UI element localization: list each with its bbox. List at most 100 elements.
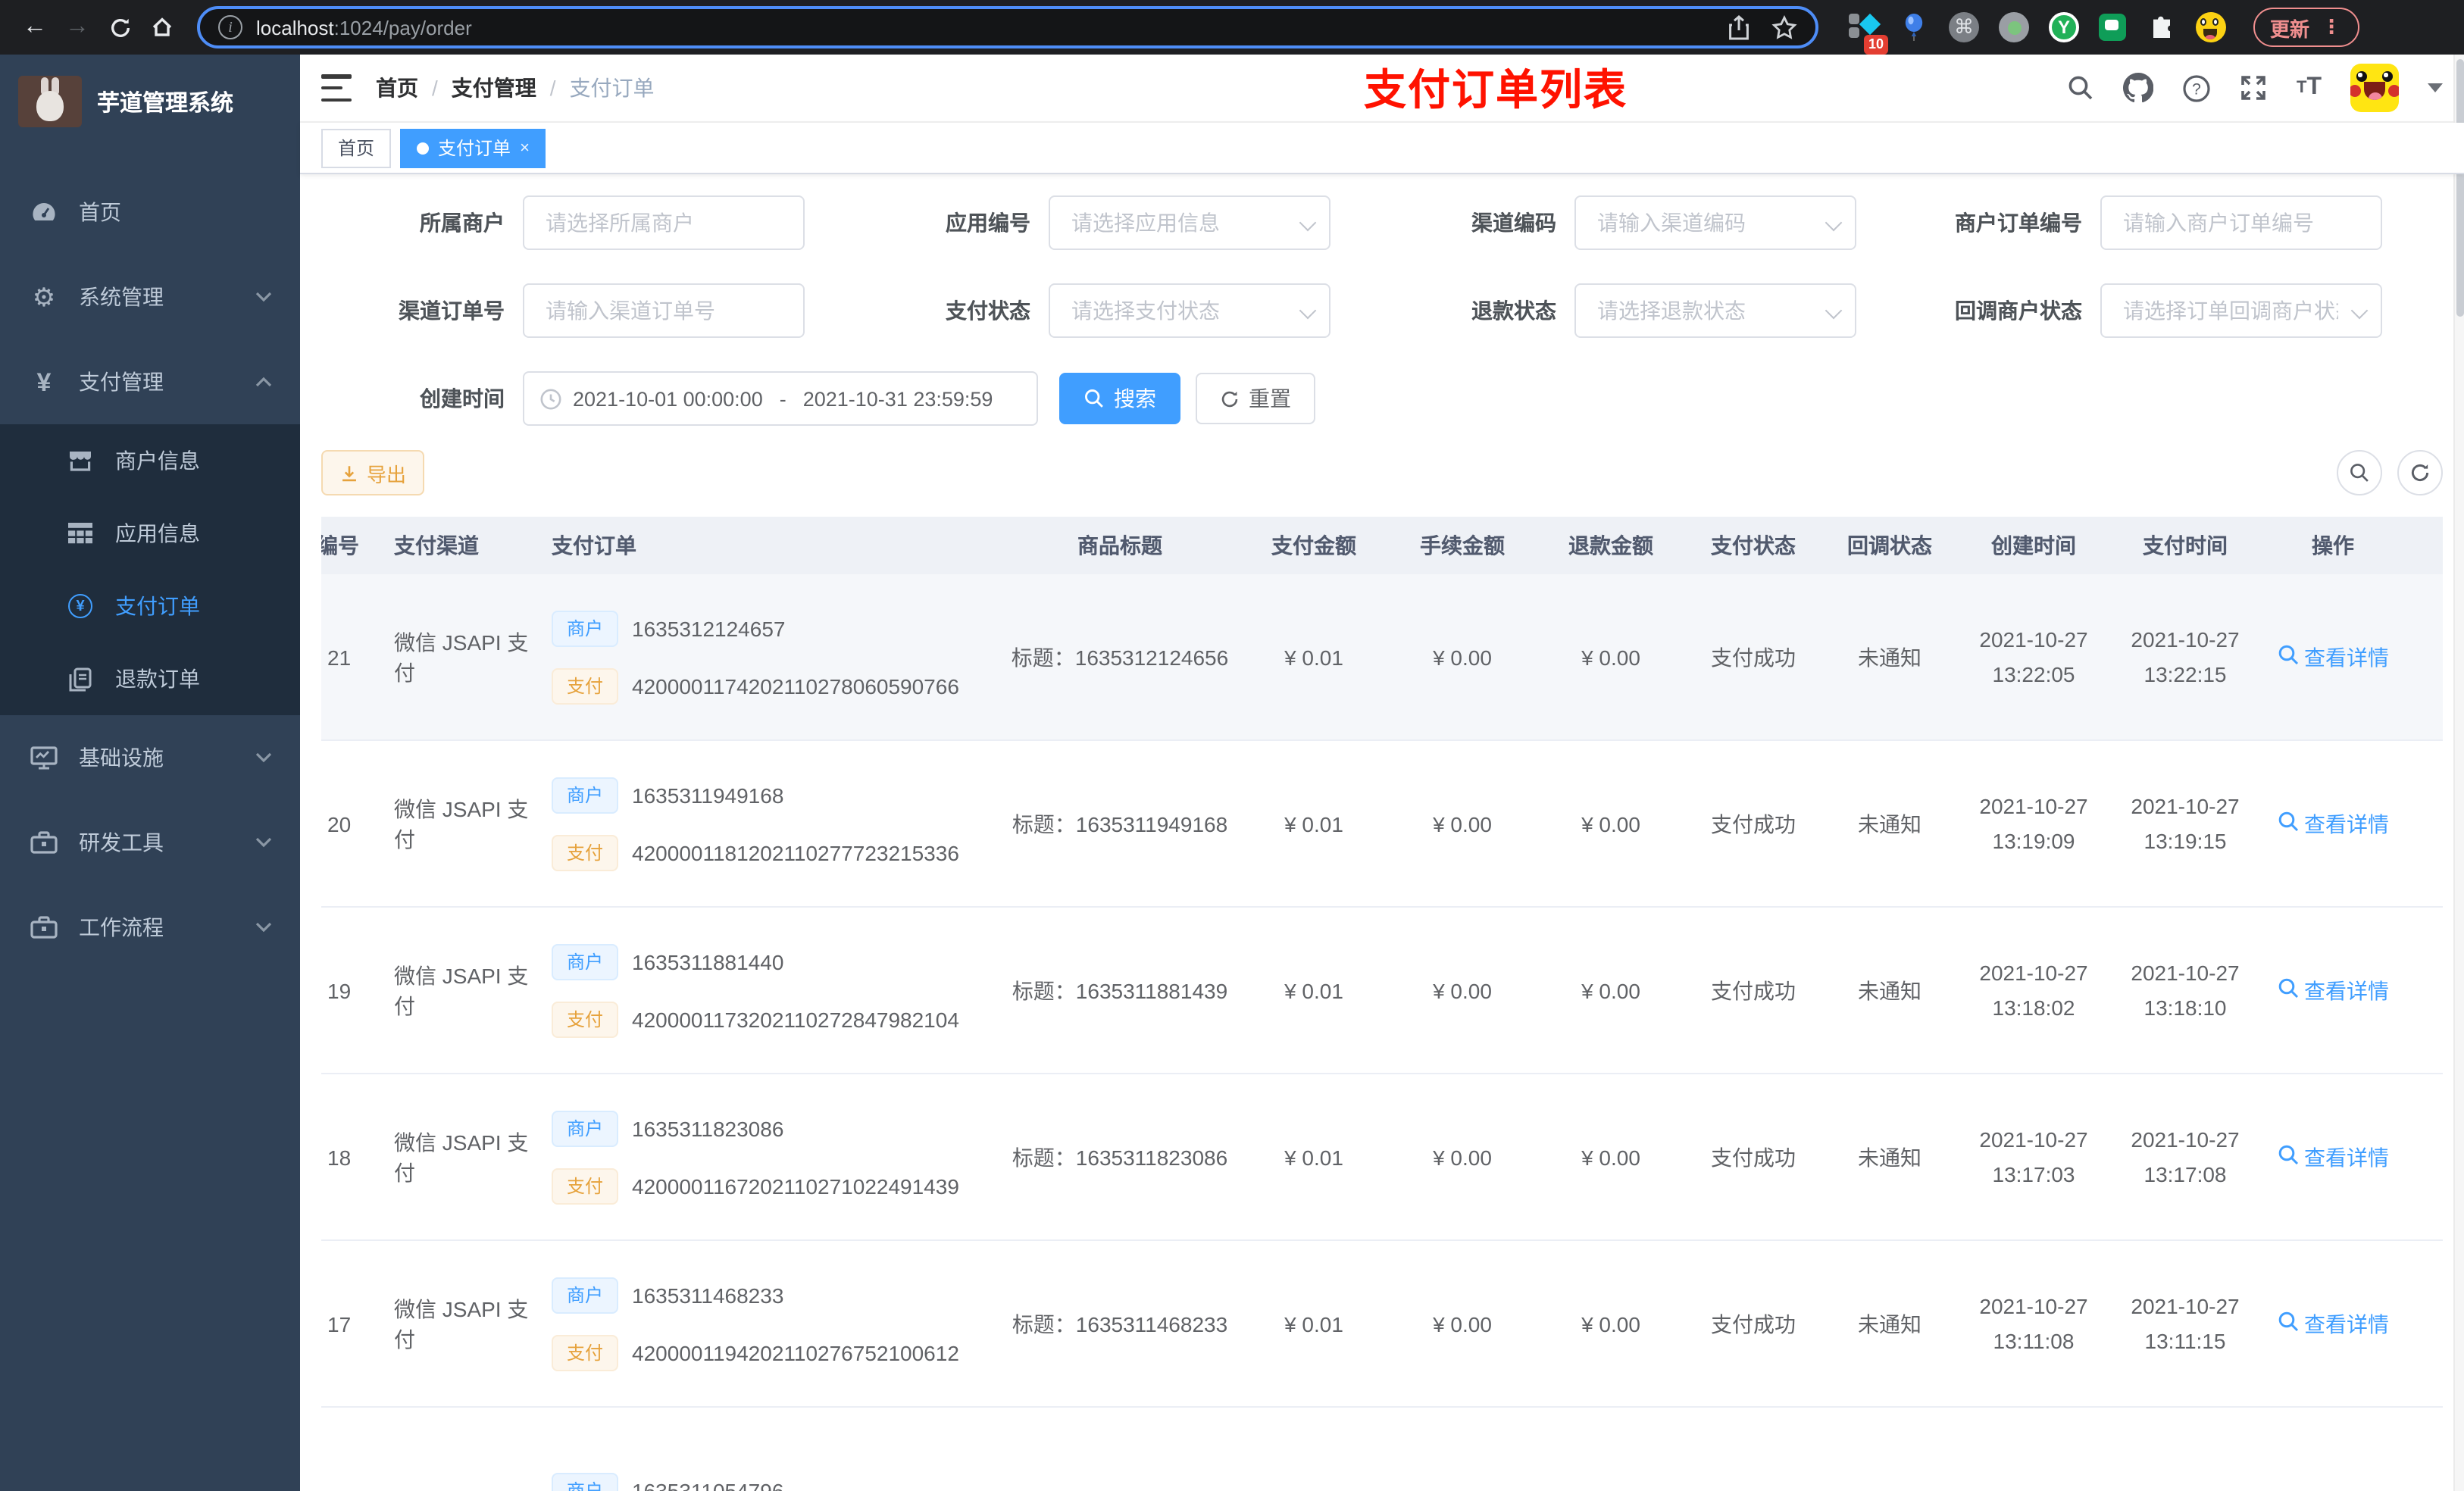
cell-create-time: 2021-10-27 13:11:08 (1958, 1241, 2109, 1406)
reset-button[interactable]: 重置 (1196, 373, 1315, 424)
browser-update-button[interactable]: 更新 ⋮ (2253, 8, 2360, 47)
fullscreen-icon[interactable] (2240, 74, 2268, 102)
select-应用编号[interactable]: 请选择应用信息 (1049, 195, 1330, 250)
puzzle-extensions-icon[interactable] (2146, 12, 2176, 42)
tab-close-icon[interactable]: × (520, 139, 530, 157)
browser-home-icon[interactable] (142, 8, 182, 47)
order-no-line: 支付 4200001174202110278060590766 (552, 667, 959, 704)
cell-pay-channel: 微信 JSAPI 支付 (394, 1296, 529, 1351)
sidebar-item-label: 研发工具 (79, 830, 164, 855)
export-button[interactable]: 导出 (321, 450, 425, 495)
datetime-part: 2021-10-27 (2131, 1293, 2240, 1318)
column-header-编号: 编号 (321, 533, 359, 558)
balloon-extension-icon[interactable] (1899, 12, 1929, 42)
sidebar-item-退款订单[interactable]: 退款订单 (0, 642, 300, 715)
browser-reload-icon[interactable] (100, 8, 139, 47)
column-header-支付状态: 支付状态 (1711, 533, 1796, 558)
view-detail-link[interactable]: 查看详情 (2277, 642, 2389, 672)
bookmark-star-icon[interactable] (1771, 14, 1797, 40)
cell-notify-status: 未通知 (1858, 1145, 1921, 1169)
cell-refund-amount: ¥ 0.00 (1581, 1311, 1640, 1336)
recorder-extension-icon[interactable] (1999, 12, 2029, 42)
browser-forward-icon[interactable]: → (58, 8, 97, 47)
view-detail-link[interactable]: 查看详情 (2277, 1142, 2389, 1172)
browser-menu-icon[interactable]: ⋮ (2322, 15, 2343, 39)
show-search-toggle-button[interactable] (2337, 450, 2382, 495)
view-detail-link[interactable]: 查看详情 (2277, 1308, 2389, 1339)
input-渠道订单号[interactable]: 请输入渠道订单号 (523, 283, 805, 338)
search-icon[interactable] (2068, 74, 2095, 102)
order-no-line: 商户 1635312124657 (552, 610, 786, 646)
tag-view-tab-支付订单[interactable]: 支付订单 × (400, 128, 546, 167)
refresh-table-button[interactable] (2397, 450, 2443, 495)
select-回调商户状态[interactable]: 请选择订单回调商户状态 (2100, 283, 2382, 338)
sidebar-item-支付订单[interactable]: ¥ 支付订单 (0, 570, 300, 642)
order-number: 4200001173202110272847982104 (632, 1007, 959, 1031)
search-button[interactable]: 搜索 (1059, 373, 1180, 424)
sidebar-item-label: 系统管理 (79, 285, 164, 309)
input-商户订单编号[interactable]: 请输入商户订单编号 (2100, 195, 2382, 250)
order-number: 4200001167202110271022491439 (632, 1174, 959, 1198)
cell-pay-amount (1240, 1408, 1388, 1491)
site-info-icon[interactable]: i (218, 15, 242, 39)
filter-label: 渠道编码 (1471, 211, 1556, 235)
font-size-icon[interactable]: TT (2297, 74, 2322, 102)
select-渠道编码[interactable]: 请输入渠道编码 (1574, 195, 1856, 250)
user-menu-caret-icon[interactable] (2428, 83, 2443, 92)
user-avatar[interactable] (2350, 64, 2399, 112)
order-no-line: 商户 1635311881440 (552, 943, 783, 980)
merchant-tag: 商户 (552, 777, 619, 813)
sidebar-item-基础设施[interactable]: 基础设施 (0, 715, 300, 800)
cell-pay-status: 支付成功 (1711, 978, 1796, 1002)
order-number: 1635311468233 (632, 1283, 784, 1307)
breadcrumb-item-支付管理[interactable]: 支付管理 (452, 73, 536, 103)
column-header-操作: 操作 (2312, 533, 2354, 558)
scrollbar-thumb[interactable] (2456, 59, 2463, 317)
create-time-range-input[interactable]: 2021-10-01 00:00:00 - 2021-10-31 23:59:5… (523, 371, 1038, 426)
sidebar-item-首页[interactable]: 首页 (0, 170, 300, 255)
sidebar-item-工作流程[interactable]: 工作流程 (0, 885, 300, 970)
filter-row-2: 渠道订单号 请输入渠道订单号 支付状态 请选择支付状态 退款状态 请选择退款状态 回调商户状… (321, 283, 2443, 338)
tags-view-bar: 首页 支付订单 × (300, 123, 2464, 174)
filter-label: 渠道订单号 (399, 299, 505, 323)
github-icon[interactable] (2123, 73, 2154, 103)
share-icon[interactable] (1728, 14, 1750, 40)
app-logo-row[interactable]: 芋道管理系统 (0, 55, 300, 148)
placeholder-text: 请输入商户订单编号 (2123, 211, 2314, 235)
filter-group-商户订单编号: 商户订单编号 请输入商户订单编号 (1899, 195, 2425, 250)
datetime-part: 13:19:15 (2143, 828, 2227, 852)
sidebar-toggle-icon[interactable] (321, 74, 355, 102)
pay-tag: 支付 (552, 834, 619, 871)
select-支付状态[interactable]: 请选择支付状态 (1049, 283, 1330, 338)
datetime-part: 2021-10-27 (2131, 627, 2240, 651)
cell-goods-title: 标题：1635311949168 (1012, 811, 1228, 836)
breadcrumb-item-首页[interactable]: 首页 (376, 73, 418, 103)
cell-create-time: 2021-10-27 13:19:09 (1958, 741, 2109, 906)
yuque-extension-icon[interactable]: Y (2049, 12, 2079, 42)
tag-view-tab-首页[interactable]: 首页 (321, 128, 392, 167)
sidebar-item-研发工具[interactable]: 研发工具 (0, 800, 300, 885)
emoji-extension-icon[interactable] (2196, 12, 2226, 42)
view-detail-link[interactable]: 查看详情 (2277, 808, 2389, 839)
command-extension-icon[interactable]: ⌘ (1949, 12, 1979, 42)
sidebar-item-商户信息[interactable]: 商户信息 (0, 424, 300, 497)
chat-extension-icon[interactable] (2099, 14, 2126, 41)
window-scrollbar[interactable] (2453, 55, 2464, 1491)
sidebar-item-系统管理[interactable]: ⚙ 系统管理 (0, 255, 300, 339)
cell-id (321, 1408, 388, 1491)
view-detail-link[interactable]: 查看详情 (2277, 975, 2389, 1005)
cell-create-time: 2021-10-27 13:18:02 (1958, 908, 2109, 1073)
view-detail-label: 查看详情 (2304, 1311, 2389, 1336)
input-所属商户[interactable]: 请选择所属商户 (523, 195, 805, 250)
sidebar-item-应用信息[interactable]: 应用信息 (0, 497, 300, 570)
merchant-tag: 商户 (552, 1277, 619, 1313)
sidebar-item-支付管理[interactable]: ¥ 支付管理 (0, 339, 300, 424)
select-退款状态[interactable]: 请选择退款状态 (1574, 283, 1856, 338)
help-doc-icon[interactable]: ? (2183, 73, 2212, 102)
pinned-extension-icon[interactable]: 10 (1849, 12, 1888, 55)
cell-pay-amount: ¥ 0.01 (1284, 978, 1343, 1002)
browser-back-icon[interactable]: ← (15, 8, 55, 47)
address-bar[interactable]: i localhost:1024/pay/order (197, 6, 1818, 48)
chevron-down-icon (255, 752, 273, 764)
column-header-支付时间: 支付时间 (2143, 533, 2228, 558)
